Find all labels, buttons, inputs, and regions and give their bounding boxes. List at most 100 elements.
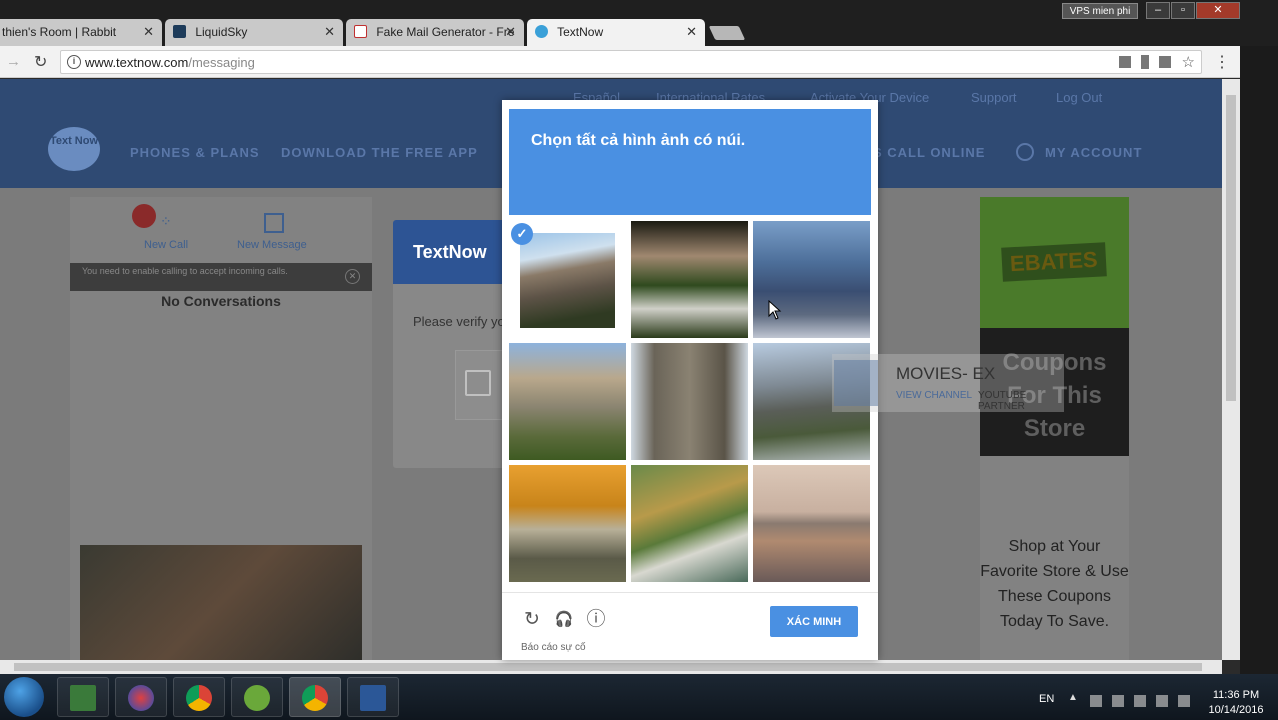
leaf-icon xyxy=(244,685,270,711)
promo-video-thumbnail[interactable] xyxy=(80,545,362,660)
dialpad-icon: ⁘ xyxy=(160,213,172,229)
recaptcha-challenge: Chọn tất cả hình ảnh có núi. ✓ ↻ 🎧 ⓘ XÁC… xyxy=(502,100,878,660)
translate-icon[interactable] xyxy=(1159,56,1171,68)
tab-rabbit[interactable]: thien's Room | Rabbit ✕ xyxy=(0,19,162,46)
clock-time: 11:36 PM xyxy=(1212,689,1260,701)
tab-title: LiquidSky xyxy=(195,25,248,39)
tile-image xyxy=(753,221,870,338)
nav-download-app[interactable]: DOWNLOAD THE FREE APP xyxy=(281,145,478,160)
help-info-icon[interactable]: ⓘ xyxy=(585,609,607,631)
taskbar-app-coccoc[interactable] xyxy=(231,677,283,717)
selected-check-icon: ✓ xyxy=(511,223,533,245)
taskbar-app-task-manager[interactable] xyxy=(57,677,109,717)
mail-favicon-icon xyxy=(354,25,367,38)
tile-image xyxy=(631,221,748,338)
recaptcha-checkbox[interactable] xyxy=(465,370,491,396)
watermark-partner: YOUTUBE PARTNER xyxy=(978,390,1027,412)
captcha-footer: ↻ 🎧 ⓘ XÁC MINH Báo cáo sự cố xyxy=(502,592,878,660)
dismiss-notice-icon[interactable]: ✕ xyxy=(345,269,360,284)
signal-icon[interactable] xyxy=(1156,695,1168,707)
url-path: /messaging xyxy=(188,55,255,70)
captcha-tile-garden-path[interactable] xyxy=(631,221,748,338)
network-icon[interactable] xyxy=(1134,695,1146,707)
tile-image xyxy=(509,465,626,582)
taskbar-app-chrome-active[interactable] xyxy=(289,677,341,717)
action-center-icon[interactable] xyxy=(1112,695,1124,707)
forward-icon[interactable]: → xyxy=(6,53,21,70)
bookmark-star-icon[interactable]: ☆ xyxy=(1182,53,1195,71)
tile-image xyxy=(631,343,748,460)
captcha-tile-valley-view[interactable] xyxy=(753,221,870,338)
chrome-icon xyxy=(186,685,212,711)
window-close-button[interactable]: ✕ xyxy=(1196,2,1240,19)
new-call-button[interactable]: New Call xyxy=(144,239,188,251)
taskbar-app-liquidsky[interactable] xyxy=(115,677,167,717)
nav-phones-plans[interactable]: PHONES & PLANS xyxy=(130,145,260,160)
report-problem-link[interactable]: Báo cáo sự cố xyxy=(521,642,586,653)
taskbar-app-chrome[interactable] xyxy=(173,677,225,717)
tab-textnow[interactable]: TextNow ✕ xyxy=(527,19,705,46)
tab-fake-mail[interactable]: Fake Mail Generator - Fre ✕ xyxy=(346,19,524,46)
scrollbar-thumb[interactable] xyxy=(1226,95,1236,401)
captcha-instruction: Chọn tất cả hình ảnh có núi. xyxy=(509,109,871,215)
tab-title: TextNow xyxy=(557,25,604,39)
language-indicator[interactable]: EN xyxy=(1039,693,1054,705)
verify-button[interactable]: XÁC MINH xyxy=(770,606,858,637)
tab-liquidsky[interactable]: LiquidSky ✕ xyxy=(165,19,343,46)
nav-call-online[interactable]: S CALL ONLINE xyxy=(873,145,985,160)
desktop-screen: thien's Room | Rabbit ✕ LiquidSky ✕ Fake… xyxy=(0,0,1278,720)
system-clock[interactable]: 11:36 PM 10/14/2016 xyxy=(1198,688,1274,718)
browser-toolbar: → ↻ i www.textnow.com/messaging ☆ ⋮ xyxy=(0,46,1240,78)
audio-challenge-icon[interactable]: 🎧 xyxy=(553,609,575,631)
captcha-tile-city-waterfront[interactable] xyxy=(753,465,870,582)
tray-app-icon[interactable] xyxy=(1090,695,1102,707)
new-message-button[interactable]: New Message xyxy=(237,239,307,251)
maximize-button[interactable]: ▫ xyxy=(1171,2,1195,19)
watermark-title: MOVIES- EX xyxy=(896,364,996,383)
call-notice-text: You need to enable calling to accept inc… xyxy=(82,266,288,276)
droplet-icon xyxy=(128,685,154,711)
captcha-tile-mountain-peak[interactable]: ✓ xyxy=(509,221,626,338)
address-bar[interactable]: i www.textnow.com/messaging ☆ xyxy=(60,50,1202,74)
ad-banner[interactable]: ▷✕ EBATES Coupons For This Store Shop at… xyxy=(980,197,1129,660)
captcha-tile-autumn-bridge[interactable] xyxy=(509,465,626,582)
captcha-tile-stone-tower[interactable] xyxy=(631,343,748,460)
close-icon[interactable]: ✕ xyxy=(686,24,697,40)
vertical-scrollbar[interactable] xyxy=(1222,79,1240,660)
scrollbar-thumb[interactable] xyxy=(14,663,1202,671)
horizontal-scrollbar[interactable] xyxy=(0,660,1222,674)
textnow-logo[interactable]: Text Now xyxy=(48,127,100,171)
compose-icon xyxy=(264,213,284,233)
reload-icon[interactable]: ↻ xyxy=(34,52,47,72)
desktop-edge xyxy=(1240,46,1278,674)
start-button[interactable] xyxy=(4,677,44,717)
view-channel-link[interactable]: VIEW CHANNEL xyxy=(896,390,972,401)
new-tab-button[interactable] xyxy=(708,26,746,40)
call-notice: You need to enable calling to accept inc… xyxy=(70,263,372,291)
tile-image xyxy=(509,343,626,460)
tray-expand-icon[interactable]: ▲ xyxy=(1068,692,1078,703)
reload-challenge-icon[interactable]: ↻ xyxy=(521,609,543,631)
captcha-image-grid: ✓ xyxy=(509,221,871,584)
blocked-popup-icon[interactable] xyxy=(1119,56,1131,68)
close-icon[interactable]: ✕ xyxy=(505,24,516,40)
captcha-tile-river-mill[interactable] xyxy=(631,465,748,582)
link-log-out[interactable]: Log Out xyxy=(1056,90,1102,105)
close-icon[interactable]: ✕ xyxy=(143,24,154,40)
tile-image xyxy=(753,465,870,582)
volume-icon[interactable] xyxy=(1178,695,1190,707)
site-info-icon[interactable]: i xyxy=(67,55,81,69)
menu-dots-icon[interactable]: ⋮ xyxy=(1214,52,1230,72)
monitor-icon xyxy=(70,685,96,711)
link-support[interactable]: Support xyxy=(971,90,1017,105)
key-icon[interactable] xyxy=(1141,55,1149,69)
taskbar-app-word[interactable] xyxy=(347,677,399,717)
close-icon[interactable]: ✕ xyxy=(324,24,335,40)
vps-label: VPS mien phi xyxy=(1062,3,1138,19)
no-conversations-label: No Conversations xyxy=(161,293,281,309)
browser-tab-strip: thien's Room | Rabbit ✕ LiquidSky ✕ Fake… xyxy=(0,0,1278,46)
nav-my-account[interactable]: MY ACCOUNT xyxy=(1045,145,1142,160)
minimize-button[interactable]: – xyxy=(1146,2,1170,19)
account-icon xyxy=(1016,143,1034,161)
captcha-tile-hillside-town[interactable] xyxy=(509,343,626,460)
